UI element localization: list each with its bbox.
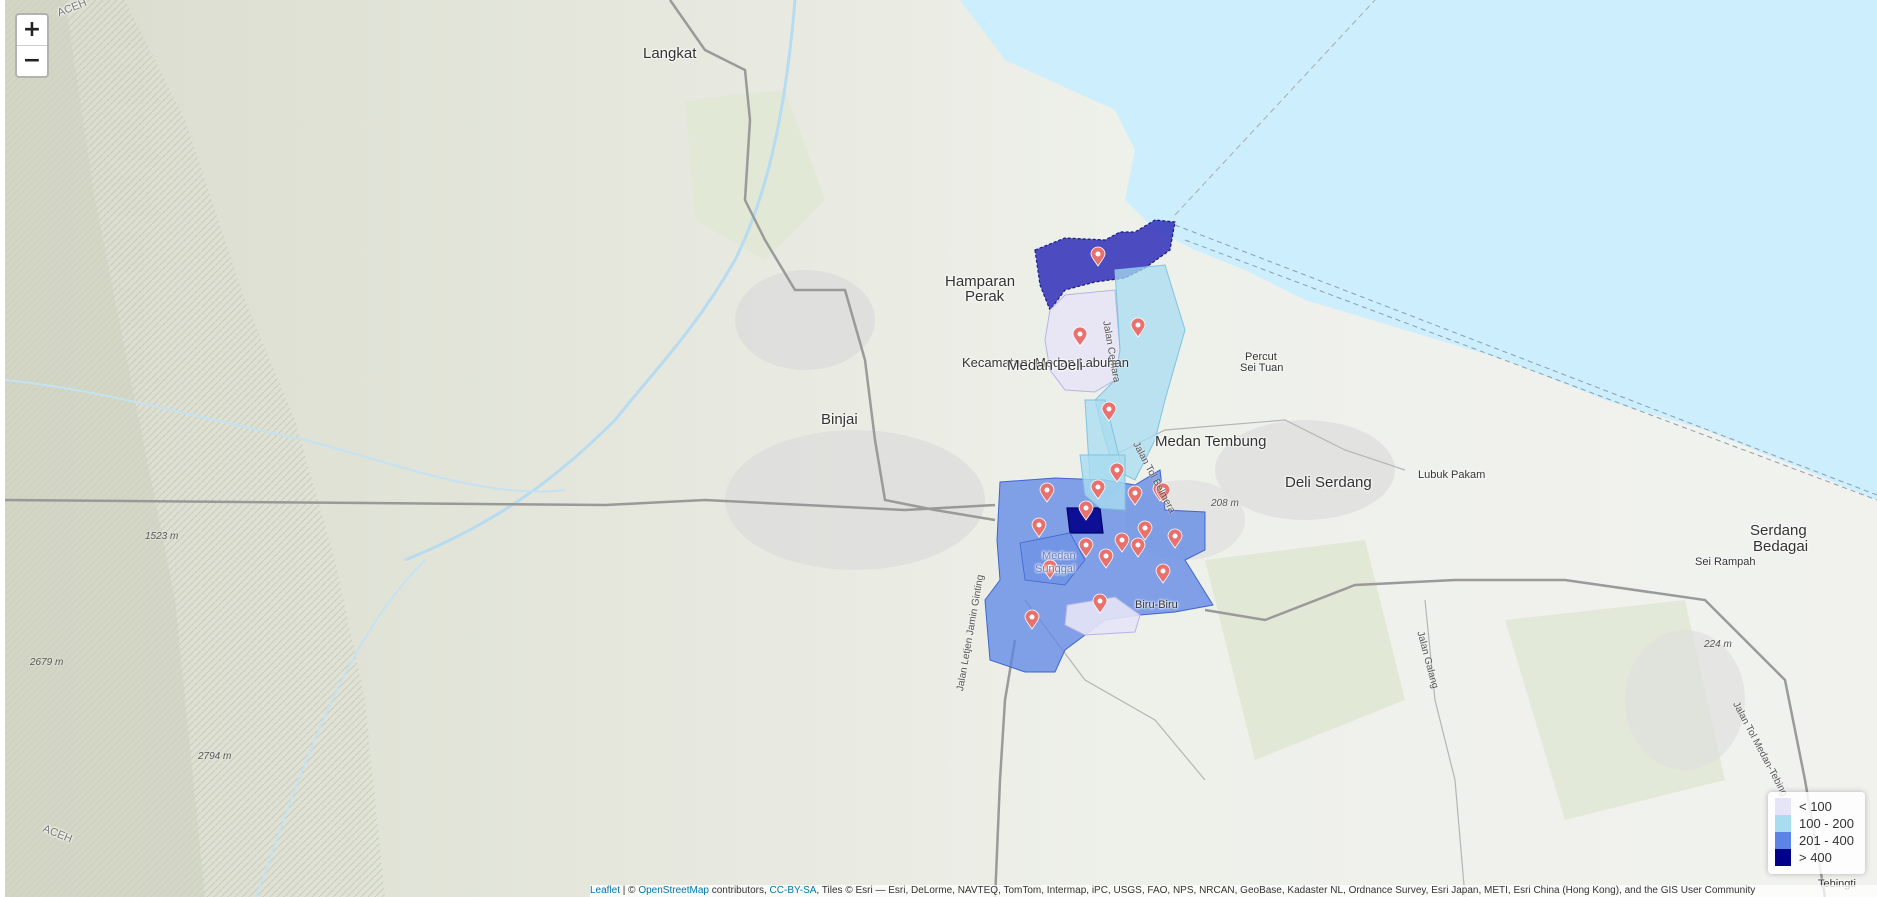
leaflet-link[interactable]: Leaflet [590,885,620,896]
label-perak: Perak [965,288,1005,305]
legend-swatch [1775,798,1791,815]
osm-link[interactable]: OpenStreetMap [638,885,709,896]
urban-area [725,430,985,570]
label-bedagai: Bedagai [1753,538,1809,555]
marker-dot [1077,331,1083,337]
legend-label: 100 - 200 [1799,816,1854,831]
label-medan-sunggal-2: Sunggal [1035,563,1076,575]
legend-swatch [1775,815,1791,832]
elevation-label: 1523 m [145,531,179,542]
label-langkat: Langkat [643,45,697,62]
marker-dot [1036,522,1042,528]
marker-dot [1029,614,1035,620]
legend-label: < 100 [1799,799,1832,814]
elevation-label: 208 m [1211,498,1239,509]
marker-dot [1083,542,1089,548]
map-canvas[interactable]: Kecamatan: Medan Labuhan Langkat Hampara… [5,0,1877,897]
legend-row: > 400 [1775,849,1832,866]
marker-dot [1044,487,1050,493]
legend-swatch [1775,832,1791,849]
marker-dot [1135,322,1141,328]
marker-dot [1142,525,1148,531]
marker-dot [1083,505,1089,511]
legend-row: < 100 [1775,798,1832,815]
marker-dot [1119,537,1125,543]
marker-dot [1095,251,1101,257]
marker-dot [1114,467,1120,473]
label-binjai: Binjai [821,411,858,428]
label-serdang: Serdang [1750,522,1807,539]
map-legend: < 100 100 - 200 201 - 400 > 400 [1768,792,1865,874]
label-sei-tuan: Sei Tuan [1240,362,1284,374]
marker-dot [1103,553,1109,559]
label-biru-biru: Biru-Biru [1135,599,1178,611]
legend-row: 201 - 400 [1775,832,1854,849]
legend-label: 201 - 400 [1799,833,1854,848]
attribution-text: contributors, [708,885,770,896]
attribution-bar: Leaflet | © OpenStreetMap contributors, … [590,885,1877,897]
label-medan-sunggal-1: Medan [1042,550,1076,562]
zoom-control: + − [15,13,49,78]
legend-swatch [1775,849,1791,866]
label-deli-serdang: Deli Serdang [1285,474,1372,491]
marker-dot [1095,484,1101,490]
label-lubuk-pakam: Lubuk Pakam [1418,469,1486,481]
elevation-label: 224 m [1704,639,1732,650]
label-sei-rampah: Sei Rampah [1695,556,1756,568]
label-medan-deli: Medan Deli [1007,357,1083,374]
marker-dot [1132,490,1138,496]
zoom-in-button[interactable]: + [17,15,47,45]
marker-dot [1097,598,1103,604]
label-medan-tembung: Medan Tembung [1155,433,1267,450]
zoom-out-button[interactable]: − [17,45,47,76]
marker-dot [1135,542,1141,548]
elevation-label: 2794 m [198,751,232,762]
basemap [5,0,1877,897]
attribution-text: , Tiles © Esri — Esri, DeLorme, NAVTEQ, … [816,885,1756,896]
elevation-label: 2679 m [30,657,64,668]
marker-dot [1160,568,1166,574]
legend-label: > 400 [1799,850,1832,865]
attribution-text: | © [620,885,639,896]
urban-area [1625,630,1745,770]
ccbysa-link[interactable]: CC-BY-SA [770,885,817,896]
legend-row: 100 - 200 [1775,815,1854,832]
marker-dot [1172,533,1178,539]
marker-dot [1106,406,1112,412]
